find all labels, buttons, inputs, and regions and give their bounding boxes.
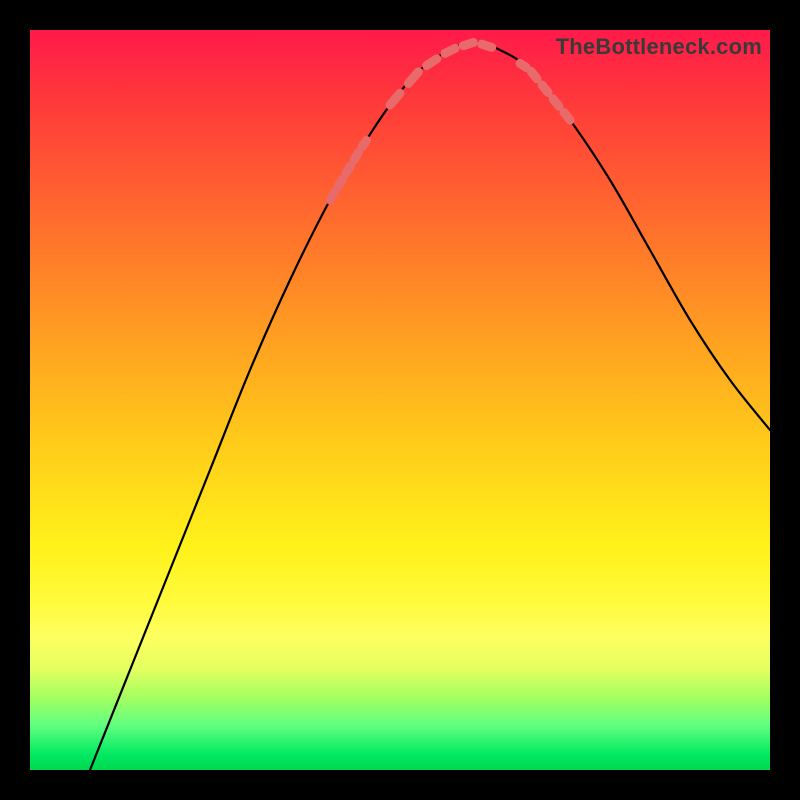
chart-plot-area: TheBottleneck.com <box>30 30 770 770</box>
bottleneck-curve <box>90 42 770 770</box>
chart-svg <box>30 30 770 770</box>
highlight-dashes <box>330 43 570 200</box>
